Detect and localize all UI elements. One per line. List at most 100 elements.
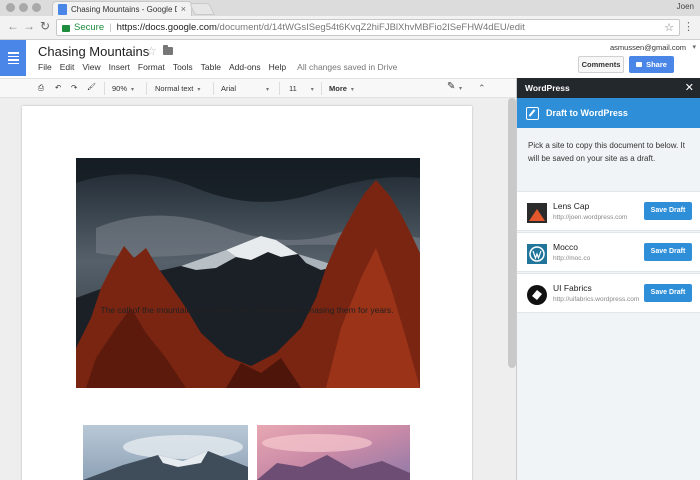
wordpress-logo-icon: [527, 244, 547, 264]
font-select[interactable]: Arial ▾: [221, 84, 269, 93]
snowy-peak-photo[interactable]: [83, 425, 248, 480]
menu-table[interactable]: Table: [201, 62, 221, 72]
style-value: Normal text: [155, 84, 194, 93]
toolbar-divider: [146, 82, 147, 95]
secure-label: Secure: [74, 22, 105, 33]
font-size-value: 11: [289, 84, 297, 93]
site-row-mocco: Mocco http://moc.co Save Draft: [517, 232, 700, 272]
draft-title: Draft to WordPress: [546, 108, 628, 118]
docs-favicon-icon: [58, 3, 67, 15]
window-zoom-control[interactable]: [32, 3, 41, 12]
share-button[interactable]: Share: [629, 56, 674, 73]
pink-sky-photo[interactable]: [257, 425, 410, 480]
browser-tab[interactable]: Chasing Mountains - Google D ×: [52, 1, 192, 16]
tab-title: Chasing Mountains - Google D: [71, 4, 177, 14]
star-document-icon[interactable]: ☆: [146, 44, 157, 58]
docs-header: Chasing Mountains ☆ File Edit View Inser…: [0, 40, 700, 78]
menu-file[interactable]: File: [38, 62, 52, 72]
site-row-lens-cap: Lens Cap http://joen.wordpress.com Save …: [517, 191, 700, 231]
url-field[interactable]: Secure | https://docs.google.com/documen…: [56, 19, 680, 36]
print-icon[interactable]: ⎙: [38, 83, 44, 93]
zoom-select[interactable]: 90% ▾: [112, 84, 134, 93]
url-path: /document/d/14tWGsISeg54t6KvqZ2hiFJBlXhv…: [216, 22, 525, 33]
share-label: Share: [646, 60, 667, 69]
more-menu[interactable]: More ▾: [329, 84, 354, 93]
image-caption: The call of the mountains is a strong on…: [100, 305, 394, 315]
document-scrollbar[interactable]: [508, 98, 516, 368]
draft-to-wordpress-bar: Draft to WordPress: [517, 98, 700, 128]
style-select[interactable]: Normal text ▾: [155, 84, 200, 93]
toolbar-divider: [321, 82, 322, 95]
site-url: http://uifabrics.wordpress.com: [553, 296, 640, 303]
site-name: Lens Cap: [553, 201, 590, 211]
site-name: Mocco: [553, 242, 579, 252]
site-url: http://joen.wordpress.com: [553, 214, 628, 221]
chevron-down-icon: ▾: [350, 87, 354, 93]
menu-tools[interactable]: Tools: [173, 62, 193, 72]
menu-addons[interactable]: Add-ons: [229, 62, 261, 72]
save-draft-button[interactable]: Save Draft: [644, 284, 692, 302]
sidebar-title: WordPress: [525, 83, 570, 93]
save-status: All changes saved in Drive: [297, 62, 398, 72]
menu-bar: File Edit View Insert Format Tools Table…: [38, 62, 405, 72]
bookmark-star-icon[interactable]: ☆: [664, 21, 674, 34]
collapse-menus-icon[interactable]: ⌃: [478, 83, 486, 94]
mountain-photo[interactable]: [76, 158, 420, 388]
formatting-toolbar: ⎙ ↶ ↷ 🖌 90% ▾ Normal text ▾ Arial ▾ 11 ▾ Mor…: [0, 78, 516, 98]
wordpress-header: WordPress: [517, 78, 700, 98]
wordpress-sidebar: WordPress ✕ Draft to WordPress Pick a si…: [516, 78, 700, 480]
comments-button[interactable]: Comments: [578, 56, 624, 73]
edit-icon: [526, 106, 539, 120]
docs-logo-icon[interactable]: [0, 40, 26, 76]
new-tab-button[interactable]: [189, 3, 215, 15]
address-bar-row: ← → ↻ Secure | https://docs.google.com/d…: [0, 16, 700, 40]
lens-cap-logo-icon: [527, 203, 547, 223]
chevron-down-icon: ▾: [197, 87, 201, 93]
save-draft-button[interactable]: Save Draft: [644, 243, 692, 261]
site-name: UI Fabrics: [553, 283, 592, 293]
menu-help[interactable]: Help: [269, 62, 286, 72]
window-close-control[interactable]: [6, 3, 15, 12]
zoom-value: 90%: [112, 84, 128, 93]
editing-mode-caret-icon[interactable]: ▾: [459, 85, 462, 92]
url-separator: |: [109, 22, 112, 33]
forward-icon[interactable]: →: [23, 19, 35, 33]
save-draft-button[interactable]: Save Draft: [644, 202, 692, 220]
lock-icon: [636, 62, 643, 67]
toolbar-divider: [279, 82, 280, 95]
chevron-down-icon: ▾: [266, 87, 270, 93]
url-host: https://docs.google.com: [116, 22, 217, 33]
font-value: Arial: [221, 84, 237, 93]
reload-icon[interactable]: ↻: [40, 19, 50, 33]
sidebar-description: Pick a site to copy this document to bel…: [528, 141, 685, 163]
chevron-down-icon: ▾: [131, 87, 135, 93]
toolbar-divider: [104, 82, 105, 95]
document-title[interactable]: Chasing Mountains: [38, 44, 149, 59]
editing-mode-pen-icon[interactable]: ✎: [447, 81, 455, 92]
site-url: http://moc.co: [553, 255, 591, 262]
browser-tab-bar: Chasing Mountains - Google D × Joen: [0, 0, 700, 16]
window-minimize-control[interactable]: [19, 3, 28, 12]
menu-insert[interactable]: Insert: [109, 62, 130, 72]
menu-format[interactable]: Format: [138, 62, 165, 72]
site-row-ui-fabrics: UI Fabrics http://uifabrics.wordpress.co…: [517, 273, 700, 313]
undo-icon[interactable]: ↶: [55, 83, 61, 92]
ui-fabrics-logo-icon: [527, 285, 547, 305]
menu-view[interactable]: View: [82, 62, 100, 72]
paint-format-icon[interactable]: 🖌: [87, 83, 96, 91]
close-icon[interactable]: ✕: [685, 81, 694, 94]
account-caret-icon[interactable]: ▾: [692, 43, 696, 51]
lock-icon: [62, 25, 70, 32]
profile-name[interactable]: Joen: [677, 2, 694, 11]
folder-icon[interactable]: [163, 45, 173, 55]
back-icon[interactable]: ←: [7, 19, 19, 33]
tab-close-icon[interactable]: ×: [181, 4, 186, 14]
redo-icon[interactable]: ↷: [71, 83, 77, 92]
toolbar-divider: [213, 82, 214, 95]
more-label: More: [329, 84, 347, 93]
account-email[interactable]: asmussen@gmail.com: [610, 43, 686, 52]
browser-menu-icon[interactable]: ⋮: [683, 20, 694, 33]
chevron-down-icon: ▾: [310, 87, 314, 93]
font-size-select[interactable]: 11 ▾: [289, 84, 314, 93]
menu-edit[interactable]: Edit: [60, 62, 75, 72]
